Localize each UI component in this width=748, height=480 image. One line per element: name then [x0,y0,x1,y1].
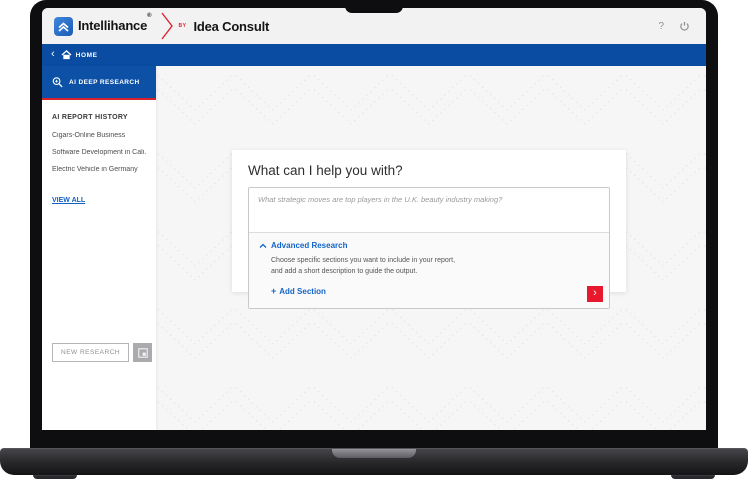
help-icon[interactable]: ? [658,21,664,32]
app-screen: Intellihance® BY Idea Consult ? ‹ HOME A… [42,8,706,430]
history-item[interactable]: Electric Vehicle in Germany [52,166,146,173]
laptop-base-notch [332,449,416,458]
new-research-button[interactable]: NEW RESEARCH [52,343,130,362]
brand-primary-text: Intellihance® [78,13,152,33]
brand-by-text: BY [178,23,187,29]
brand-separator-chevron-icon [160,12,173,40]
power-icon[interactable] [679,21,690,32]
ai-search-icon [52,76,63,87]
add-section-label: Add Section [279,286,326,296]
camera-notch [345,0,403,13]
brand-secondary-text: Idea Consult [193,18,270,34]
submit-chevron-icon: › [593,286,597,299]
laptop-base [0,448,748,475]
brand-logo[interactable]: Intellihance® BY Idea Consult [54,12,269,40]
new-window-button[interactable] [133,343,153,362]
laptop-bezel: Intellihance® BY Idea Consult ? ‹ HOME A… [30,0,718,450]
advanced-research-toggle[interactable]: Advanced Research [259,241,599,250]
app-topbar: Intellihance® BY Idea Consult ? [42,8,706,44]
report-history-section: AI REPORT HISTORY Cigars-Online Business… [42,114,156,207]
sidebar: AI DEEP RESEARCH AI REPORT HISTORY Cigar… [42,66,156,430]
breadcrumb-home[interactable]: HOME [61,50,98,60]
prompt-box: Advanced Research Choose specific sectio… [248,187,610,309]
plus-icon: + [271,285,277,296]
main-area: What can I help you with? Advanced Resea… [156,66,706,430]
back-chevron-icon[interactable]: ‹ [51,49,55,60]
submit-button[interactable]: › [587,285,603,302]
prompt-heading: What can I help you with? [248,163,403,178]
app-navbar: ‹ HOME [42,44,706,66]
history-item[interactable]: Software Development in Cali... [52,149,146,156]
topbar-actions: ? [658,21,694,32]
tab-ai-deep-research[interactable]: AI DEEP RESEARCH [42,66,156,100]
prompt-input[interactable] [249,188,609,232]
intellihance-logo-icon [54,16,73,36]
advanced-research-description: Choose specific sections you want to inc… [271,256,599,278]
advanced-research-label: Advanced Research [271,241,348,250]
new-research-row: NEW RESEARCH [52,343,153,362]
new-window-icon [137,347,148,358]
tab-ai-deep-research-label: AI DEEP RESEARCH [69,78,140,86]
report-history-title: AI REPORT HISTORY [52,114,128,121]
breadcrumb-home-label: HOME [75,51,98,59]
home-icon [61,50,72,60]
view-all-link[interactable]: VIEW ALL [52,197,85,204]
chevron-up-icon [259,243,267,248]
prompt-card: What can I help you with? Advanced Resea… [232,150,626,309]
laptop-mockup: Intellihance® BY Idea Consult ? ‹ HOME A… [0,0,748,480]
app-body: AI DEEP RESEARCH AI REPORT HISTORY Cigar… [42,66,706,430]
add-section-button[interactable]: + Add Section [271,285,326,296]
history-item[interactable]: Cigars-Online Business [52,132,146,139]
description-line: Choose specific sections you want to inc… [271,257,456,264]
advanced-research-panel: Advanced Research Choose specific sectio… [249,232,609,308]
description-line: and add a short description to guide the… [271,267,418,275]
